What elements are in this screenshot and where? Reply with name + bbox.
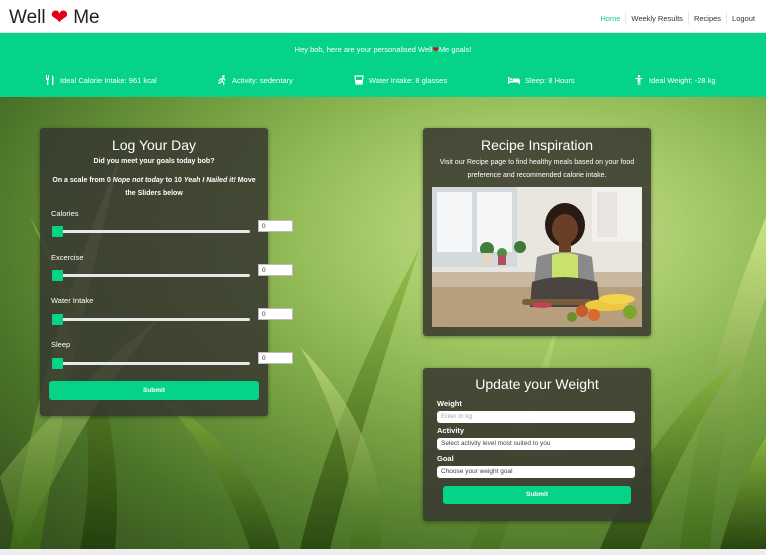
stat-ideal-weight-text: Ideal Weight: -28 kg [649, 75, 716, 85]
calories-slider-thumb[interactable] [52, 226, 63, 237]
recipe-photo [432, 187, 642, 327]
log-your-day-card: Log Your Day Did you meet your goals tod… [40, 128, 293, 416]
stat-water: Water Intake: 8 glasses [354, 75, 447, 85]
exercise-slider-track[interactable] [57, 274, 250, 277]
recipe-card-text: Visit our Recipe page to find healthy me… [439, 159, 635, 179]
weight-input[interactable]: Enter in kg [437, 411, 635, 423]
log-card-title: Log Your Day [111, 137, 197, 153]
stat-sleep: Sleep: 8 Hours [508, 75, 575, 85]
nav-links: Home Weekly Results Recipes Logout [595, 12, 760, 25]
water-intake-slider-thumb[interactable] [52, 314, 63, 325]
sleep-slider-thumb[interactable] [52, 358, 63, 369]
goal-stats: Ideal Calorie Intake: 961 kcal Activity:… [0, 75, 766, 91]
weight-label: Weight [437, 399, 462, 408]
goals-banner: Hey bob, here are your personalised Well… [0, 33, 766, 97]
stat-sleep-text: Sleep: 8 Hours [525, 75, 575, 85]
stat-activity-text: Activity: sedentary [232, 75, 293, 85]
stat-ideal-weight: Ideal Weight: -28 kg [634, 75, 716, 85]
bed-icon [508, 77, 520, 84]
stat-calorie: Ideal Calorie Intake: 961 kcal [45, 75, 157, 85]
exercise-value-field[interactable]: 0 [258, 264, 293, 276]
water-intake-slider-track[interactable] [57, 318, 250, 321]
calories-slider-track[interactable] [57, 230, 250, 233]
sleep-slider-track[interactable] [57, 362, 250, 365]
scale-to: to [163, 177, 175, 184]
stat-water-text: Water Intake: 8 glasses [369, 75, 448, 85]
scale-text-1: On a scale from [52, 177, 107, 184]
log-scale-instructions: On a scale from 0 Nope not today to 10 Y… [40, 174, 268, 200]
heart-icon: ❤ [50, 6, 69, 29]
weight-card-title: Update your Weight [475, 376, 599, 392]
water-glass-icon [354, 75, 364, 85]
stat-activity: Activity: sedentary [217, 75, 293, 85]
slider-label-exercise: Excercise [51, 253, 84, 262]
weight-submit-button[interactable]: Submit [443, 486, 631, 504]
scale-high: 10 [174, 177, 182, 184]
greeting-text: Hey bob, here are your personalised Well… [0, 45, 766, 54]
brand-text-me: Me [73, 7, 100, 28]
scale-high-label: Yeah I Nailed it! [183, 177, 236, 184]
recipe-card-title: Recipe Inspiration [480, 137, 594, 153]
greeting-suffix: Me goals! [438, 45, 472, 54]
sleep-value-field[interactable]: 0 [258, 352, 293, 364]
nav-link-weekly-results[interactable]: Weekly Results [625, 12, 688, 25]
person-icon [635, 75, 643, 85]
exercise-slider-thumb[interactable] [52, 270, 63, 281]
stat-calorie-text: Ideal Calorie Intake: 961 kcal [60, 75, 157, 85]
page-footer-strip [0, 549, 766, 555]
update-weight-card: Update your Weight Weight Enter in kg Ac… [423, 368, 651, 521]
nav-link-logout[interactable]: Logout [726, 12, 760, 25]
activity-select[interactable]: Select activity level most suited to you [437, 438, 635, 450]
nav-link-home[interactable]: Home [595, 12, 625, 25]
scale-low-label: Nope not today [112, 177, 164, 184]
slider-label-calories: Calories [51, 209, 79, 218]
woman-cooking-illustration [432, 187, 642, 327]
water-intake-value-field[interactable]: 0 [258, 308, 293, 320]
calories-value-field[interactable]: 0 [258, 220, 293, 232]
log-submit-button[interactable]: Submit [49, 381, 259, 400]
goal-label: Goal [437, 454, 454, 463]
running-icon [218, 75, 226, 85]
top-navbar: Well ❤ Me Home Weekly Results Recipes Lo… [0, 6, 766, 33]
scale-low: 0 [106, 177, 111, 184]
goal-select[interactable]: Choose your weight goal [437, 466, 635, 478]
nav-link-recipes[interactable]: Recipes [687, 12, 726, 25]
activity-label: Activity [437, 426, 465, 435]
brand-text-well: Well [9, 7, 46, 28]
recipe-inspiration-card: Recipe Inspiration Visit our Recipe page… [423, 128, 651, 336]
greeting-prefix: Hey bob, here are your personalised Well [294, 45, 433, 54]
log-question: Did you meet your goals today bob? [93, 158, 215, 165]
slider-label-water-intake: Water Intake [51, 296, 94, 305]
fork-knife-icon [46, 75, 54, 85]
slider-label-sleep: Sleep [51, 340, 71, 349]
brand-logo[interactable]: Well ❤ Me [9, 7, 100, 29]
